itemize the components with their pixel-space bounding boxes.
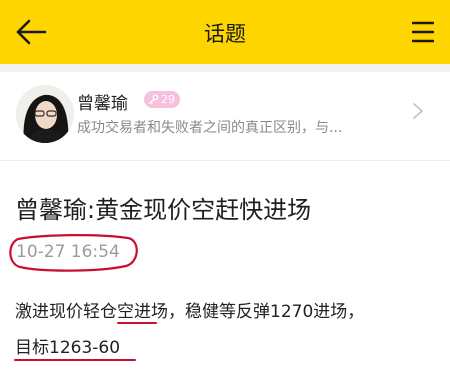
follower-badge: 29 bbox=[144, 91, 180, 108]
top-bar: 话题 bbox=[0, 0, 450, 64]
hand-drawn-circle-annotation bbox=[9, 234, 138, 272]
underline-annotation-long bbox=[14, 359, 136, 361]
menu-button[interactable] bbox=[411, 20, 435, 44]
post-headline: 曾馨瑜:黄金现价空赶快进场 bbox=[15, 196, 312, 224]
post-body-line-1: 激进现价轻仓空进场，稳健等反弹1270进场， bbox=[15, 302, 365, 322]
back-button[interactable] bbox=[14, 18, 48, 46]
arrow-left-icon bbox=[16, 19, 47, 45]
author-name[interactable]: 曾馨瑜 bbox=[77, 89, 128, 114]
key-icon bbox=[148, 94, 159, 105]
divider bbox=[0, 160, 450, 161]
post-body: 激进现价轻仓空进场，稳健等反弹1270进场， 目标1263-60 bbox=[15, 294, 440, 366]
highlighted-word: 空 bbox=[117, 302, 134, 322]
chevron-right-icon[interactable] bbox=[412, 102, 424, 120]
badge-count: 29 bbox=[161, 93, 175, 106]
avatar-image bbox=[16, 85, 74, 143]
section-divider bbox=[0, 64, 450, 72]
avatar[interactable] bbox=[16, 85, 74, 143]
page-title: 话题 bbox=[204, 22, 246, 46]
author-card[interactable]: 曾馨瑜 29 成功交易者和失败者之间的真正区别，与... bbox=[0, 72, 450, 160]
underline-annotation-short bbox=[117, 322, 157, 324]
author-intro: 成功交易者和失败者之间的真正区别，与... bbox=[77, 120, 343, 136]
hamburger-menu-icon bbox=[411, 21, 435, 43]
